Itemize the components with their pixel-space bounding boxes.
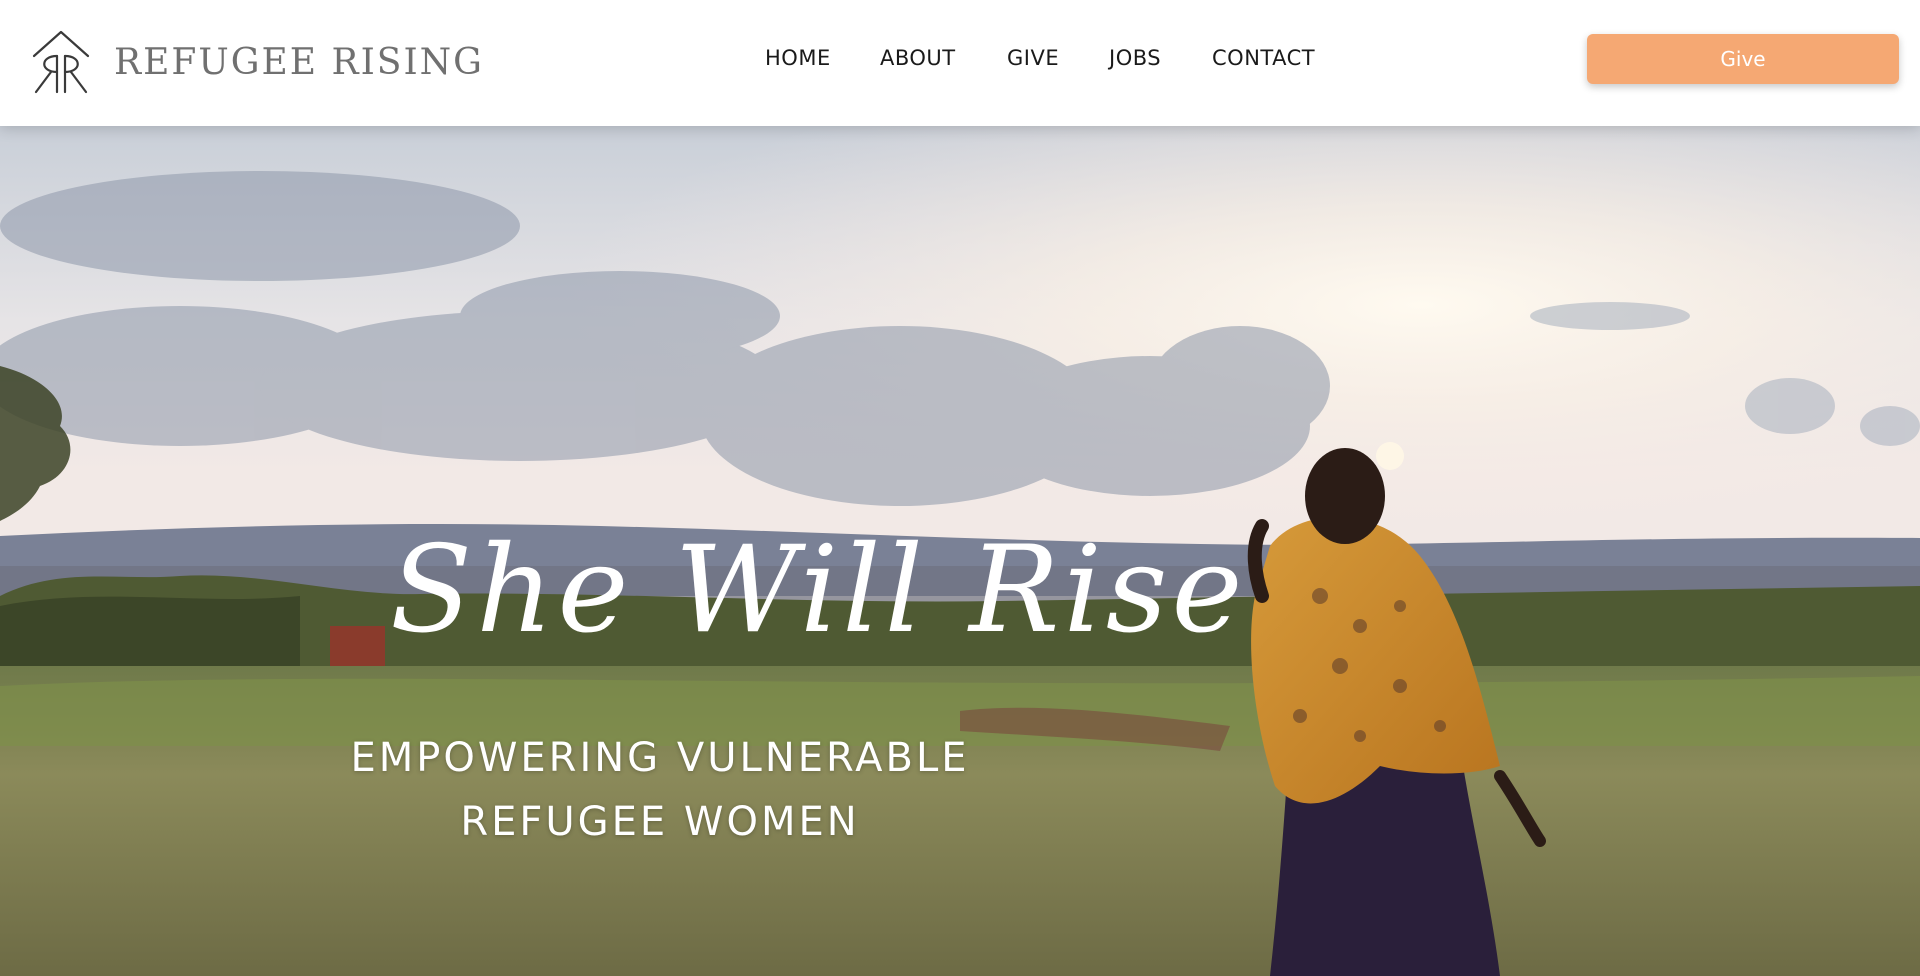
hero-script-heading: She Will Rise xyxy=(390,521,1247,660)
site-header: REFUGEE RISING HOME ABOUT GIVE JOBS CONT… xyxy=(0,0,1920,126)
nav-item-home[interactable]: HOME xyxy=(765,46,831,70)
give-button[interactable]: Give xyxy=(1587,34,1899,84)
nav-item-give[interactable]: GIVE xyxy=(1007,46,1059,70)
nav-item-about[interactable]: ABOUT xyxy=(880,46,956,70)
nav-item-jobs[interactable]: JOBS xyxy=(1109,46,1161,70)
nav-item-contact[interactable]: CONTACT xyxy=(1212,46,1315,70)
page: REFUGEE RISING HOME ABOUT GIVE JOBS CONT… xyxy=(0,0,1920,976)
hero-section: She Will Rise EMPOWERING VULNERABLE REFU… xyxy=(0,126,1920,976)
hero-tagline: EMPOWERING VULNERABLE REFUGEE WOMEN xyxy=(320,726,1000,854)
hero-tagline-line2: REFUGEE WOMEN xyxy=(460,799,860,845)
hero-tagline-line1: EMPOWERING VULNERABLE xyxy=(350,735,970,781)
